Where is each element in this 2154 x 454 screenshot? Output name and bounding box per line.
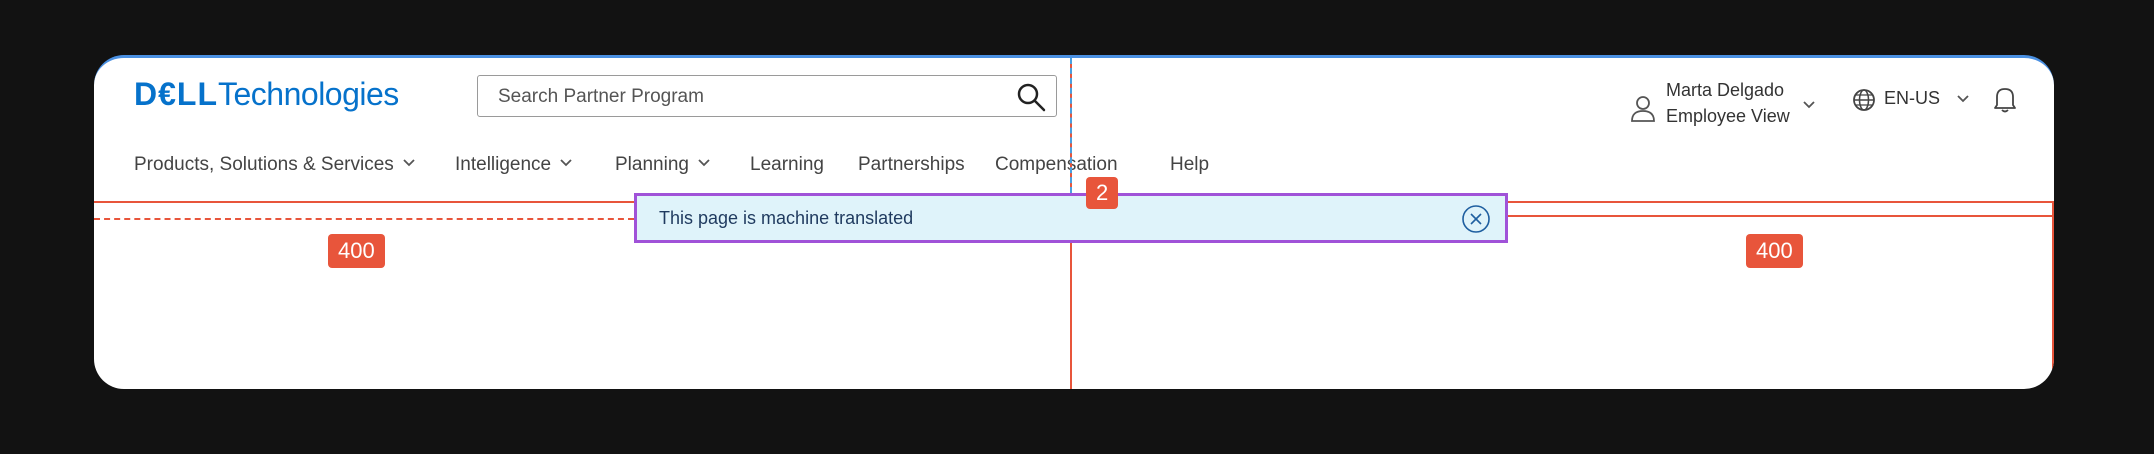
chevron-down-icon [1803,101,1815,109]
logo-brand-bold: D€LL [134,76,218,112]
language-code: EN-US [1884,88,1941,108]
nav-item-label: Planning [615,154,689,175]
search-input[interactable] [496,76,1000,118]
nav-item-label: Products, Solutions & Services [134,154,394,175]
annotation-marker: 2 [1086,177,1119,209]
close-icon[interactable] [1461,204,1491,234]
chevron-down-icon [560,159,572,167]
search-box [477,75,1057,118]
nav-item-help[interactable]: Help [1170,154,1209,176]
chevron-down-icon [1957,95,1969,103]
chevron-down-icon [403,159,415,167]
logo-brand-rest: Technologies [218,76,399,112]
nav-item-intelligence[interactable]: Intelligence [455,154,573,176]
nav-item-planning[interactable]: Planning [615,154,711,176]
nav-item-learning[interactable]: Learning [750,154,824,176]
spacing-guide-right [1508,201,2054,217]
user-menu[interactable]: Marta Delgado Employee View [1630,80,1820,132]
user-name: Marta Delgado [1666,80,1785,100]
spacing-guide-vertical-dashed [1070,58,1072,193]
machine-translation-banner: This page is machine translated [634,193,1508,243]
nav-item-label: Partnerships [858,154,965,175]
nav-item-partnerships[interactable]: Partnerships [858,154,965,176]
nav-item-label: Help [1170,154,1210,175]
spacing-guide-right-edge [2052,201,2054,389]
globe-icon [1853,89,1875,111]
user-view: Employee View [1666,106,1790,126]
nav-item-label: Intelligence [455,154,552,175]
spacing-guide-left-dashed [94,218,634,220]
banner-message: This page is machine translated [659,208,914,228]
chevron-down-icon [698,159,710,167]
nav-item-products[interactable]: Products, Solutions & Services [134,154,416,176]
user-icon [1631,96,1655,122]
spacing-label-right: 400 [1746,234,1803,268]
page-header-card: D€LLTechnologies Marta Delgado Employee … [94,55,2054,389]
spacing-label-left: 400 [328,234,385,268]
notification-bell-icon[interactable] [1992,84,2018,114]
nav-item-label: Learning [750,154,824,175]
nav-item-compensation[interactable]: Compensation [995,154,1118,176]
search-icon[interactable] [1016,82,1046,112]
dell-technologies-logo[interactable]: D€LLTechnologies [134,76,399,113]
nav-item-label: Compensation [995,154,1118,175]
spacing-guide-left [94,201,634,203]
